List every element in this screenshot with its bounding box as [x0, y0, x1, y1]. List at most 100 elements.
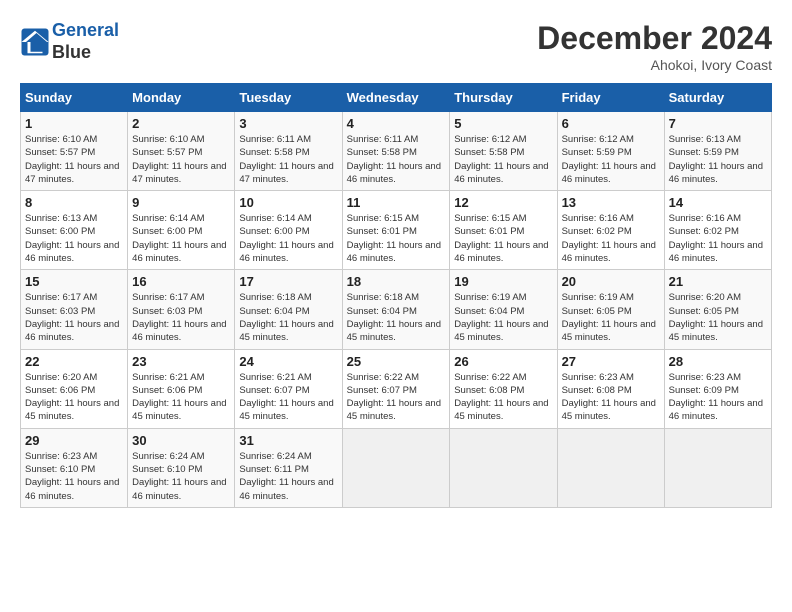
day-number: 9	[132, 195, 230, 210]
calendar-cell: 24 Sunrise: 6:21 AMSunset: 6:07 PMDaylig…	[235, 349, 342, 428]
day-number: 26	[454, 354, 552, 369]
calendar-cell: 7 Sunrise: 6:13 AMSunset: 5:59 PMDayligh…	[664, 112, 771, 191]
day-number: 11	[347, 195, 446, 210]
day-info: Sunrise: 6:23 AMSunset: 6:10 PMDaylight:…	[25, 450, 123, 503]
calendar-cell: 18 Sunrise: 6:18 AMSunset: 6:04 PMDaylig…	[342, 270, 450, 349]
day-info: Sunrise: 6:20 AMSunset: 6:05 PMDaylight:…	[669, 291, 767, 344]
calendar-cell: 5 Sunrise: 6:12 AMSunset: 5:58 PMDayligh…	[450, 112, 557, 191]
day-number: 1	[25, 116, 123, 131]
day-info: Sunrise: 6:21 AMSunset: 6:06 PMDaylight:…	[132, 371, 230, 424]
week-row-0: 1 Sunrise: 6:10 AMSunset: 5:57 PMDayligh…	[21, 112, 772, 191]
day-number: 4	[347, 116, 446, 131]
day-number: 23	[132, 354, 230, 369]
calendar-cell: 29 Sunrise: 6:23 AMSunset: 6:10 PMDaylig…	[21, 428, 128, 507]
day-number: 24	[239, 354, 337, 369]
day-info: Sunrise: 6:11 AMSunset: 5:58 PMDaylight:…	[239, 133, 337, 186]
header-monday: Monday	[128, 84, 235, 112]
calendar-cell: 8 Sunrise: 6:13 AMSunset: 6:00 PMDayligh…	[21, 191, 128, 270]
day-number: 8	[25, 195, 123, 210]
title-section: December 2024 Ahokoi, Ivory Coast	[537, 20, 772, 73]
header-friday: Friday	[557, 84, 664, 112]
day-number: 6	[562, 116, 660, 131]
day-number: 12	[454, 195, 552, 210]
calendar-cell: 1 Sunrise: 6:10 AMSunset: 5:57 PMDayligh…	[21, 112, 128, 191]
calendar-cell	[664, 428, 771, 507]
day-info: Sunrise: 6:17 AMSunset: 6:03 PMDaylight:…	[25, 291, 123, 344]
month-title: December 2024	[537, 20, 772, 57]
calendar-cell: 27 Sunrise: 6:23 AMSunset: 6:08 PMDaylig…	[557, 349, 664, 428]
day-info: Sunrise: 6:18 AMSunset: 6:04 PMDaylight:…	[239, 291, 337, 344]
day-info: Sunrise: 6:23 AMSunset: 6:09 PMDaylight:…	[669, 371, 767, 424]
day-info: Sunrise: 6:10 AMSunset: 5:57 PMDaylight:…	[25, 133, 123, 186]
calendar-table: SundayMondayTuesdayWednesdayThursdayFrid…	[20, 83, 772, 508]
calendar-cell: 22 Sunrise: 6:20 AMSunset: 6:06 PMDaylig…	[21, 349, 128, 428]
day-number: 30	[132, 433, 230, 448]
day-info: Sunrise: 6:14 AMSunset: 6:00 PMDaylight:…	[132, 212, 230, 265]
day-number: 14	[669, 195, 767, 210]
week-row-4: 29 Sunrise: 6:23 AMSunset: 6:10 PMDaylig…	[21, 428, 772, 507]
day-info: Sunrise: 6:18 AMSunset: 6:04 PMDaylight:…	[347, 291, 446, 344]
day-info: Sunrise: 6:24 AMSunset: 6:10 PMDaylight:…	[132, 450, 230, 503]
calendar-cell: 20 Sunrise: 6:19 AMSunset: 6:05 PMDaylig…	[557, 270, 664, 349]
header-tuesday: Tuesday	[235, 84, 342, 112]
day-info: Sunrise: 6:23 AMSunset: 6:08 PMDaylight:…	[562, 371, 660, 424]
day-number: 2	[132, 116, 230, 131]
calendar-cell: 31 Sunrise: 6:24 AMSunset: 6:11 PMDaylig…	[235, 428, 342, 507]
calendar-cell: 16 Sunrise: 6:17 AMSunset: 6:03 PMDaylig…	[128, 270, 235, 349]
day-info: Sunrise: 6:12 AMSunset: 5:58 PMDaylight:…	[454, 133, 552, 186]
day-number: 29	[25, 433, 123, 448]
calendar-cell	[342, 428, 450, 507]
calendar-cell: 21 Sunrise: 6:20 AMSunset: 6:05 PMDaylig…	[664, 270, 771, 349]
calendar-cell: 30 Sunrise: 6:24 AMSunset: 6:10 PMDaylig…	[128, 428, 235, 507]
header-thursday: Thursday	[450, 84, 557, 112]
day-number: 5	[454, 116, 552, 131]
logo-text: General Blue	[52, 20, 119, 63]
day-info: Sunrise: 6:17 AMSunset: 6:03 PMDaylight:…	[132, 291, 230, 344]
day-info: Sunrise: 6:12 AMSunset: 5:59 PMDaylight:…	[562, 133, 660, 186]
calendar-cell: 17 Sunrise: 6:18 AMSunset: 6:04 PMDaylig…	[235, 270, 342, 349]
calendar-body: 1 Sunrise: 6:10 AMSunset: 5:57 PMDayligh…	[21, 112, 772, 508]
day-info: Sunrise: 6:11 AMSunset: 5:58 PMDaylight:…	[347, 133, 446, 186]
day-info: Sunrise: 6:20 AMSunset: 6:06 PMDaylight:…	[25, 371, 123, 424]
calendar-cell: 15 Sunrise: 6:17 AMSunset: 6:03 PMDaylig…	[21, 270, 128, 349]
day-number: 28	[669, 354, 767, 369]
day-info: Sunrise: 6:15 AMSunset: 6:01 PMDaylight:…	[454, 212, 552, 265]
week-row-3: 22 Sunrise: 6:20 AMSunset: 6:06 PMDaylig…	[21, 349, 772, 428]
day-number: 3	[239, 116, 337, 131]
calendar-cell: 23 Sunrise: 6:21 AMSunset: 6:06 PMDaylig…	[128, 349, 235, 428]
calendar-cell: 19 Sunrise: 6:19 AMSunset: 6:04 PMDaylig…	[450, 270, 557, 349]
day-number: 27	[562, 354, 660, 369]
day-info: Sunrise: 6:15 AMSunset: 6:01 PMDaylight:…	[347, 212, 446, 265]
header-wednesday: Wednesday	[342, 84, 450, 112]
calendar-cell: 13 Sunrise: 6:16 AMSunset: 6:02 PMDaylig…	[557, 191, 664, 270]
day-info: Sunrise: 6:13 AMSunset: 5:59 PMDaylight:…	[669, 133, 767, 186]
day-info: Sunrise: 6:13 AMSunset: 6:00 PMDaylight:…	[25, 212, 123, 265]
day-number: 15	[25, 274, 123, 289]
day-number: 18	[347, 274, 446, 289]
header-saturday: Saturday	[664, 84, 771, 112]
day-info: Sunrise: 6:22 AMSunset: 6:07 PMDaylight:…	[347, 371, 446, 424]
calendar-cell: 14 Sunrise: 6:16 AMSunset: 6:02 PMDaylig…	[664, 191, 771, 270]
day-info: Sunrise: 6:16 AMSunset: 6:02 PMDaylight:…	[562, 212, 660, 265]
day-info: Sunrise: 6:24 AMSunset: 6:11 PMDaylight:…	[239, 450, 337, 503]
calendar-cell: 12 Sunrise: 6:15 AMSunset: 6:01 PMDaylig…	[450, 191, 557, 270]
day-number: 25	[347, 354, 446, 369]
calendar-cell	[450, 428, 557, 507]
calendar-cell	[557, 428, 664, 507]
calendar-cell: 3 Sunrise: 6:11 AMSunset: 5:58 PMDayligh…	[235, 112, 342, 191]
calendar-cell: 6 Sunrise: 6:12 AMSunset: 5:59 PMDayligh…	[557, 112, 664, 191]
day-number: 21	[669, 274, 767, 289]
day-info: Sunrise: 6:19 AMSunset: 6:04 PMDaylight:…	[454, 291, 552, 344]
day-info: Sunrise: 6:14 AMSunset: 6:00 PMDaylight:…	[239, 212, 337, 265]
calendar-header: SundayMondayTuesdayWednesdayThursdayFrid…	[21, 84, 772, 112]
day-number: 16	[132, 274, 230, 289]
calendar-cell: 28 Sunrise: 6:23 AMSunset: 6:09 PMDaylig…	[664, 349, 771, 428]
location-subtitle: Ahokoi, Ivory Coast	[537, 57, 772, 73]
day-number: 31	[239, 433, 337, 448]
day-number: 20	[562, 274, 660, 289]
header: General Blue December 2024 Ahokoi, Ivory…	[20, 20, 772, 73]
day-info: Sunrise: 6:21 AMSunset: 6:07 PMDaylight:…	[239, 371, 337, 424]
day-number: 22	[25, 354, 123, 369]
calendar-cell: 9 Sunrise: 6:14 AMSunset: 6:00 PMDayligh…	[128, 191, 235, 270]
calendar-cell: 11 Sunrise: 6:15 AMSunset: 6:01 PMDaylig…	[342, 191, 450, 270]
